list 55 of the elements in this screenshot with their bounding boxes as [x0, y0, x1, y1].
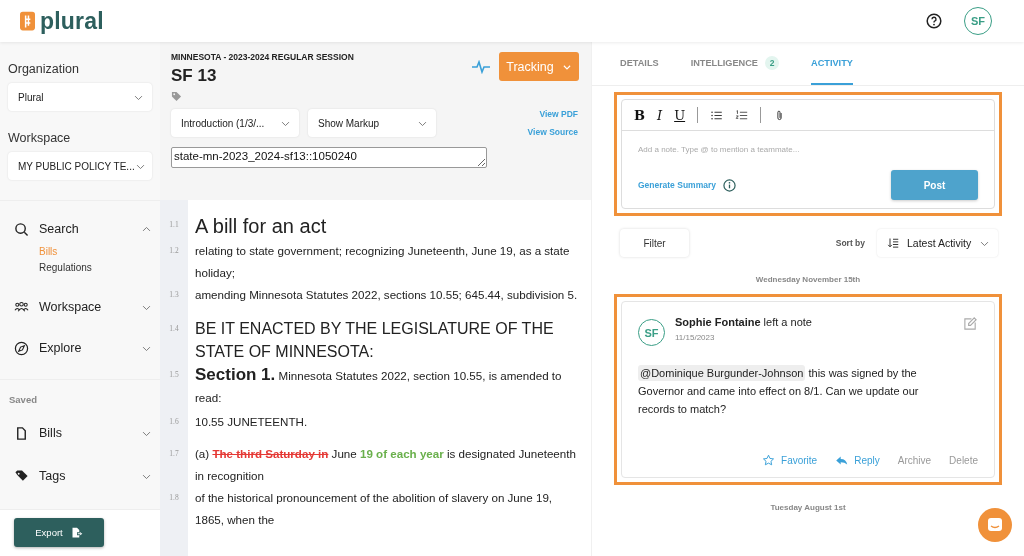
note-author: Sophie Fontaine left a note: [675, 316, 813, 328]
date-separator: Wednesday November 15th: [754, 275, 862, 284]
enacting-clause: BE IT ENACTED BY THE LEGISLATURE OF THE STATE OF MINNESOTA:: [195, 319, 555, 362]
note-date: 11/15/2023: [675, 333, 716, 342]
tab[interactable]: INTELLIGENCE 2: [690, 42, 779, 85]
bill-title: SF 13: [171, 66, 218, 86]
filter-button[interactable]: Filter: [620, 229, 689, 257]
identifier-field[interactable]: state-mn-2023_2024-sf13::1050240: [171, 147, 487, 168]
file-icon[interactable]: [14, 425, 29, 441]
help-icon[interactable]: [926, 13, 942, 29]
bill-text: of the historical pronouncement of the abolition of slavery on June 19, 1865, when the: [195, 490, 554, 528]
sort-icon[interactable]: [887, 237, 899, 249]
date-separator: Tuesday August 1st: [769, 503, 847, 512]
bill-text: amending Minnesota Statutes 2022, sections 10.55; 645.44, subdivision 5.: [195, 287, 579, 303]
star-icon[interactable]: [762, 454, 776, 467]
nav-item[interactable]: Bills: [14, 420, 152, 446]
markup-select[interactable]: Show Markup: [308, 109, 436, 137]
logo[interactable]: plural: [40, 7, 104, 35]
bill-heading: A bill for an act: [195, 214, 328, 239]
edit-icon[interactable]: [963, 316, 978, 331]
count-badge: 2: [765, 55, 779, 70]
bill-text: 10.55 JUNETEENTH.: [195, 414, 309, 430]
organization-label: Organization: [8, 62, 80, 76]
format-button[interactable]: I: [657, 107, 663, 123]
search-icon[interactable]: [14, 221, 29, 237]
session-label: MINNESOTA - 2023-2024 REGULAR SESSION: [171, 52, 354, 62]
organization-select[interactable]: Plural: [8, 83, 152, 111]
format-button[interactable]: B: [634, 107, 645, 123]
nav-item[interactable]: Search: [14, 216, 152, 242]
submenu-item[interactable]: Regulations: [39, 262, 92, 273]
note-text: @Dominique Burgunder-Johnson this was signed by the Governor and came into effect on 8/1. Can we update our records to match?: [638, 364, 920, 417]
format-button[interactable]: U: [674, 107, 686, 123]
numbered-list-icon[interactable]: [735, 108, 749, 122]
note-input[interactable]: Add a note. Type @ to mention a teammate...: [638, 145, 938, 154]
export-button[interactable]: Export: [14, 518, 104, 547]
bill-text: Section 1. Minnesota Statutes 2022, section 10.55, is amended to read:: [195, 364, 563, 406]
export-icon[interactable]: [70, 526, 83, 539]
mention-tag[interactable]: @Dominique Burgunder-Johnson: [638, 365, 806, 381]
logo-icon: [20, 11, 35, 31]
nav-item[interactable]: Explore: [14, 335, 152, 361]
reply-icon[interactable]: [835, 454, 849, 467]
sort-label: Sort by: [835, 238, 865, 248]
compass-icon[interactable]: [14, 340, 29, 356]
workspace-select[interactable]: MY PUBLIC POLICY TE...: [8, 152, 152, 180]
version-select[interactable]: Introduction (1/3/...: [171, 109, 299, 137]
pulse-icon[interactable]: [471, 59, 491, 74]
tab[interactable]: DETAILS: [620, 42, 659, 85]
workspace-label: Workspace: [8, 131, 72, 145]
bill-text: relating to state government; recognizing Juneteenth, June 19, as a state holiday;: [195, 243, 571, 281]
nav-item[interactable]: Tags: [14, 463, 152, 489]
saved-heading: Saved: [9, 394, 37, 405]
chat-icon[interactable]: [978, 508, 1012, 542]
sort-select[interactable]: Latest Activity: [877, 229, 998, 257]
nav-item[interactable]: Workspace: [14, 294, 152, 320]
info-icon[interactable]: [722, 178, 736, 192]
